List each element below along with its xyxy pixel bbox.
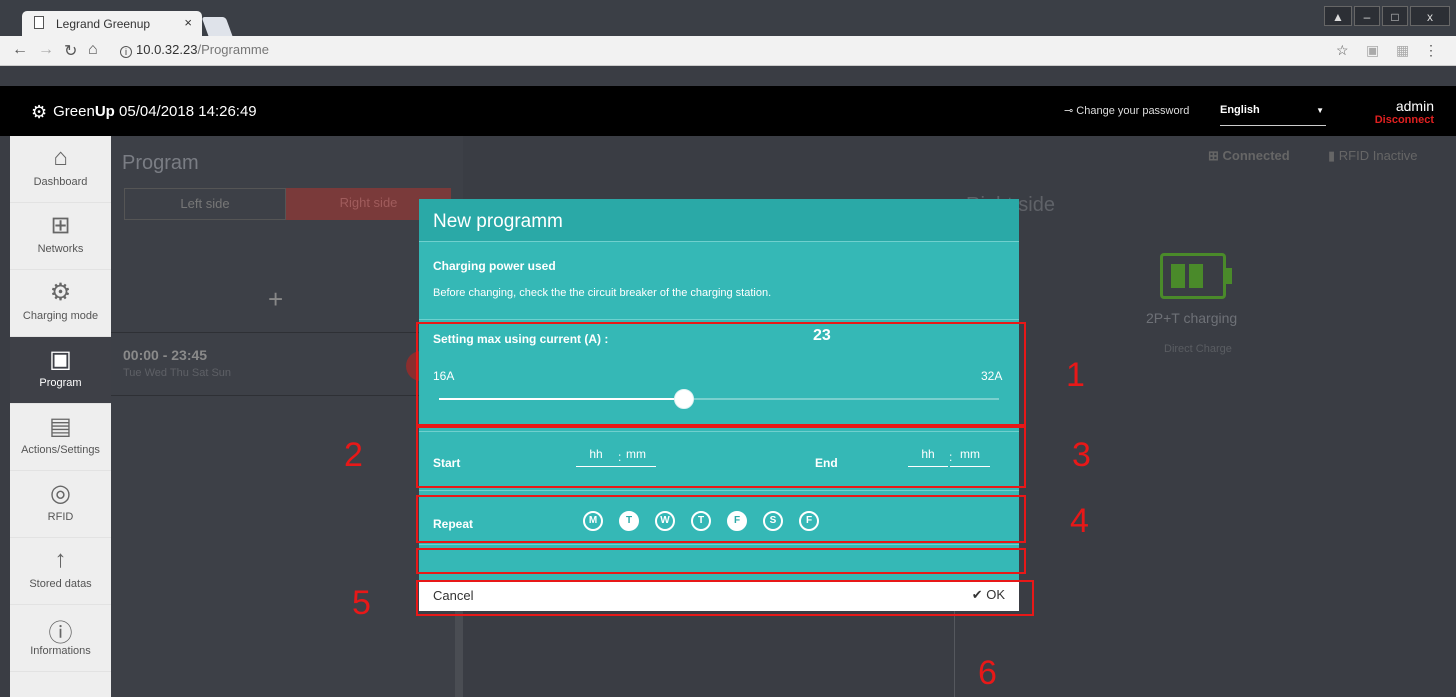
annotation-number: 4 — [1070, 502, 1089, 540]
rfid-icon: ◎ — [50, 480, 71, 507]
sidebar-item-charging-mode[interactable]: ⚙ Charging mode — [10, 270, 111, 337]
brand-bold: Up — [94, 103, 115, 120]
menu-dots-icon[interactable]: ⋮ — [1424, 42, 1438, 59]
sidebar-item-program[interactable]: ▣ Program — [10, 337, 111, 404]
sidebar-item-label: Networks — [37, 243, 84, 255]
sidebar-item-stored-datas[interactable]: ↑ Stored datas — [10, 538, 111, 605]
network-icon: ⊞ — [50, 212, 71, 239]
charge-mode: Direct Charge — [1164, 343, 1232, 355]
annotation-box-2 — [416, 426, 1026, 488]
change-password-link[interactable]: ⊸ Change your password — [1064, 104, 1189, 117]
maximize-icon[interactable]: □ — [1382, 6, 1408, 26]
dropdown-arrow-icon: ▼ — [1316, 106, 1324, 115]
upload-icon: ↑ — [54, 546, 67, 573]
language-value: English — [1220, 104, 1260, 116]
tab-close-icon[interactable]: × — [184, 15, 192, 30]
browser-tab[interactable]: Legrand Greenup × — [22, 11, 202, 36]
brand: ⚙ GreenUp 05/04/2018 14:26:49 — [31, 102, 257, 123]
rfid-status: ▮ RFID Inactive — [1328, 148, 1418, 164]
add-program-button[interactable]: + — [268, 284, 283, 315]
annotation-number: 5 — [352, 584, 371, 622]
house-icon: ⌂ — [53, 144, 68, 171]
dialog-title: New programm — [433, 211, 563, 232]
key-icon: ⊸ — [1064, 105, 1074, 117]
sidebar-item-label: RFID — [47, 511, 74, 523]
reload-icon[interactable]: ↻ — [64, 41, 77, 61]
page-title: Program — [122, 152, 199, 174]
minimize-icon[interactable]: – — [1354, 6, 1380, 26]
sidebar-item-label: Informations — [30, 645, 91, 657]
restore-up-icon[interactable]: ▲ — [1324, 6, 1352, 26]
slot-time: 00:00 - 23:45 — [123, 347, 208, 363]
sidebar-item-label: Stored datas — [29, 578, 92, 590]
program-slot[interactable]: 00:00 - 23:45 Tue Wed Thu Sat Sun — [111, 332, 456, 396]
forward-arrow-icon[interactable]: → — [38, 41, 54, 59]
window-controls: ▲ – □ x — [1324, 6, 1450, 26]
charging-type: 2P+T charging — [1146, 310, 1238, 326]
sidebar-item-networks[interactable]: ⊞ Networks — [10, 203, 111, 270]
site-info-icon[interactable]: i — [120, 46, 132, 58]
bookmark-star-icon[interactable]: ☆ — [1336, 42, 1349, 59]
rfid-status-label: RFID Inactive — [1338, 148, 1418, 163]
settings-gear-icon[interactable]: ⚙ — [31, 102, 47, 122]
connection-label: Connected — [1222, 148, 1290, 163]
sidebar-item-rfid[interactable]: ◎ RFID — [10, 471, 111, 538]
annotation-number: 6 — [978, 654, 997, 692]
brand-prefix: Green — [53, 103, 95, 120]
annotation-box-4 — [416, 548, 1026, 574]
url-host: 10.0.32.23 — [136, 42, 198, 57]
rfid-status-icon: ▮ — [1328, 148, 1336, 163]
back-arrow-icon[interactable]: ← — [12, 41, 28, 59]
extension-icon[interactable]: ▣ — [1366, 42, 1379, 59]
new-tab-button[interactable] — [201, 17, 233, 36]
annotation-number: 2 — [344, 436, 363, 474]
username: admin — [1395, 98, 1434, 114]
header-datetime: 05/04/2018 14:26:49 — [119, 103, 257, 120]
tab-left-side[interactable]: Left side — [124, 188, 286, 220]
sidebar-item-label: Dashboard — [33, 176, 88, 188]
annotation-box-1 — [416, 322, 1026, 426]
program-panel — [111, 136, 463, 697]
browser-tab-strip: Legrand Greenup × ▲ – □ x — [0, 0, 1456, 36]
network-status-icon: ⊞ — [1208, 148, 1219, 163]
dialog-header: New programm — [419, 199, 1019, 242]
extension-2-icon[interactable]: ▦ — [1396, 42, 1409, 59]
home-icon[interactable]: ⌂ — [88, 41, 98, 59]
sidebar-item-dashboard[interactable]: ⌂ Dashboard — [10, 136, 111, 203]
close-window-icon[interactable]: x — [1410, 6, 1450, 26]
power-description: Before changing, check the the circuit b… — [433, 287, 772, 299]
address-bar: ← → ↻ ⌂ i 10.0.32.23/Programme ☆ ▣ ▦ ⋮ — [0, 36, 1456, 66]
gear-outline-icon: ⚙ — [49, 279, 72, 306]
app-header: ⚙ GreenUp 05/04/2018 14:26:49 ⊸ Change yo… — [0, 86, 1456, 136]
language-select[interactable]: English ▼ — [1220, 104, 1326, 126]
tab-title: Legrand Greenup — [56, 17, 151, 31]
url-field[interactable]: i 10.0.32.23/Programme — [120, 39, 1420, 61]
connection-status: ⊞ Connected — [1208, 148, 1290, 164]
user-block: admin Disconnect — [1375, 98, 1434, 126]
annotation-box-3 — [416, 495, 1026, 543]
annotation-number: 1 — [1066, 356, 1085, 394]
sidebar-item-label: Program — [39, 377, 82, 389]
slot-days: Tue Wed Thu Sat Sun — [123, 367, 232, 379]
disconnect-link[interactable]: Disconnect — [1375, 114, 1434, 126]
info-icon: ⓘ — [48, 620, 73, 647]
annotation-number: 3 — [1072, 436, 1091, 474]
page-icon — [34, 16, 44, 29]
sidebar-item-label: Actions/Settings — [21, 444, 100, 456]
change-password-label: Change your password — [1076, 105, 1190, 117]
url-path: /Programme — [197, 42, 269, 57]
sidebar-item-actions-settings[interactable]: ▤ Actions/Settings — [10, 404, 111, 471]
divider — [419, 490, 1019, 491]
divider — [419, 319, 1019, 320]
clipboard-icon: ▤ — [49, 413, 72, 440]
sidebar-item-label: Charging mode — [22, 310, 99, 322]
calendar-icon: ▣ — [49, 346, 72, 373]
sidebar-item-informations[interactable]: ⓘ Informations — [10, 605, 111, 672]
divider — [419, 544, 1019, 545]
sidebar: ⌂ Dashboard ⊞ Networks ⚙ Charging mode ▣… — [10, 136, 111, 697]
power-heading: Charging power used — [433, 259, 556, 273]
battery-icon — [1160, 253, 1232, 299]
app-window: Legrand Greenup × ▲ – □ x ← → ↻ ⌂ i 10.0.… — [0, 0, 1456, 697]
annotation-box-5 — [416, 580, 1034, 616]
